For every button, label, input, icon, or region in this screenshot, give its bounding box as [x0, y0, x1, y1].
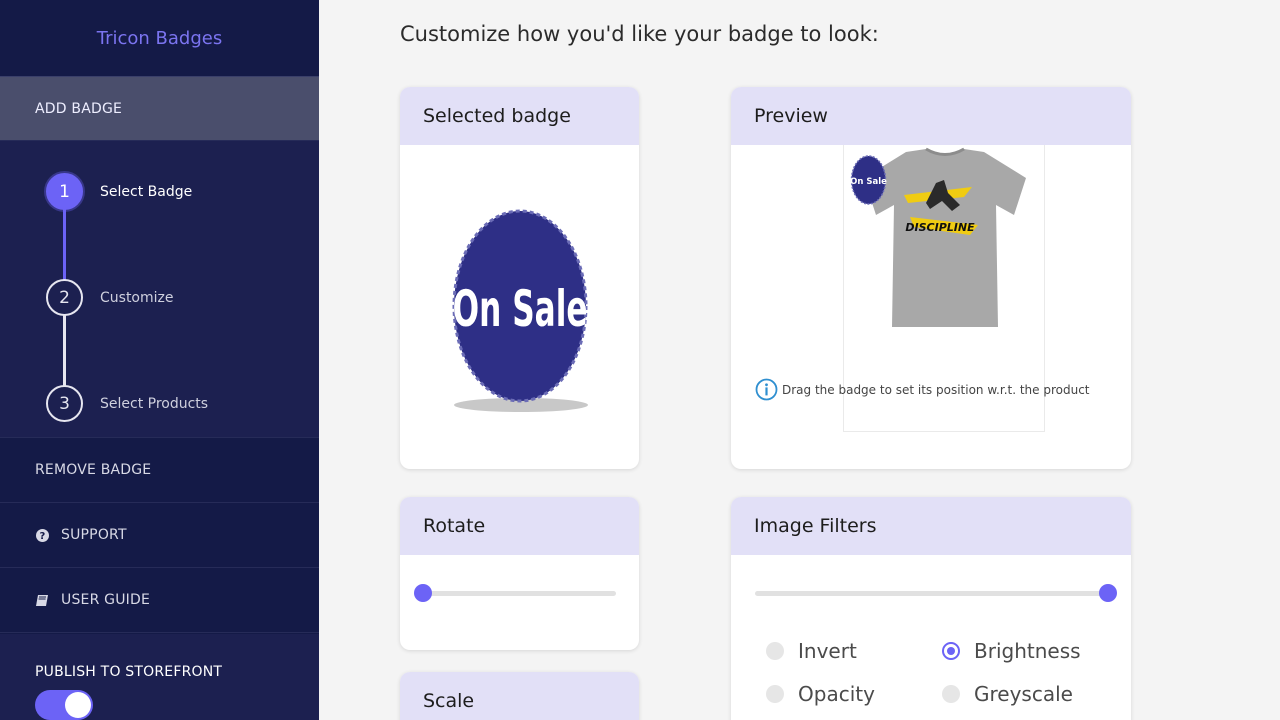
step-label: Select Products [100, 395, 209, 412]
menu-user-guide[interactable]: USER GUIDE [0, 568, 319, 633]
step-label: Select Badge [100, 183, 193, 200]
radio-brightness[interactable] [942, 642, 960, 660]
radio-label: Invert [798, 639, 857, 663]
radio-label: Opacity [798, 682, 875, 706]
filter-option-greyscale[interactable]: Greyscale [942, 682, 1073, 706]
image-filters-card: Image Filters Invert Brightness Opacity … [731, 497, 1131, 720]
page-heading: Customize how you'd like your badge to l… [400, 22, 879, 46]
badge-text: On Sale [453, 279, 588, 338]
step-number: 3 [46, 385, 83, 422]
sidebar: Tricon Badges ADD BADGE 1 Select Badge 2… [0, 0, 319, 720]
publish-toggle[interactable] [35, 690, 93, 720]
brand-title: Tricon Badges [0, 0, 319, 77]
publish-label: PUBLISH TO STOREFRONT [35, 664, 223, 680]
book-icon [35, 593, 49, 607]
rotate-slider[interactable] [414, 584, 616, 602]
step-customize[interactable]: 2 Customize [46, 279, 174, 316]
menu-remove-badge[interactable]: REMOVE BADGE [0, 438, 319, 503]
selected-badge-card: Selected badge On Sale [400, 87, 639, 469]
menu-support[interactable]: ? SUPPORT [0, 503, 319, 568]
preview-card: Preview DISCIPLINE On Sale Drag the badg… [731, 87, 1131, 469]
step-number: 1 [46, 173, 83, 210]
shirt-print-text: DISCIPLINE [905, 221, 975, 234]
rotate-card: Rotate [400, 497, 639, 650]
info-icon [755, 378, 778, 401]
draggable-badge-text: On Sale [850, 177, 887, 187]
card-title: Rotate [400, 497, 639, 555]
card-title: Preview [731, 87, 1131, 145]
step-number: 2 [46, 279, 83, 316]
svg-text:?: ? [39, 531, 45, 542]
preview-hint: Drag the badge to set its position w.r.t… [755, 378, 1090, 401]
rotate-slider-thumb[interactable] [414, 584, 432, 602]
step-connector-1 [63, 200, 66, 282]
card-title: Selected badge [400, 87, 639, 145]
scale-card: Scale [400, 672, 639, 720]
filter-option-brightness[interactable]: Brightness [942, 639, 1081, 663]
filter-slider-thumb[interactable] [1099, 584, 1117, 602]
preview-hint-text: Drag the badge to set its position w.r.t… [782, 382, 1090, 397]
radio-label: Brightness [974, 639, 1081, 663]
card-title: Scale [400, 672, 639, 720]
filter-option-invert[interactable]: Invert [766, 639, 857, 663]
radio-label: Greyscale [974, 682, 1073, 706]
selected-badge-image: On Sale [400, 145, 639, 469]
step-select-badge[interactable]: 1 Select Badge [46, 173, 192, 210]
menu-support-label: SUPPORT [61, 527, 127, 543]
stepper: 1 Select Badge 2 Customize 3 Select Prod… [0, 141, 319, 438]
menu-add-badge[interactable]: ADD BADGE [0, 77, 319, 141]
radio-invert[interactable] [766, 642, 784, 660]
menu-user-guide-label: USER GUIDE [61, 592, 151, 608]
radio-greyscale[interactable] [942, 685, 960, 703]
radio-opacity[interactable] [766, 685, 784, 703]
question-icon: ? [35, 528, 49, 542]
card-title: Image Filters [731, 497, 1131, 555]
draggable-badge[interactable]: On Sale [850, 154, 887, 206]
step-select-products[interactable]: 3 Select Products [46, 385, 208, 422]
filter-option-opacity[interactable]: Opacity [766, 682, 875, 706]
filter-slider[interactable] [755, 584, 1117, 602]
step-label: Customize [100, 289, 174, 306]
toggle-knob [65, 692, 91, 718]
